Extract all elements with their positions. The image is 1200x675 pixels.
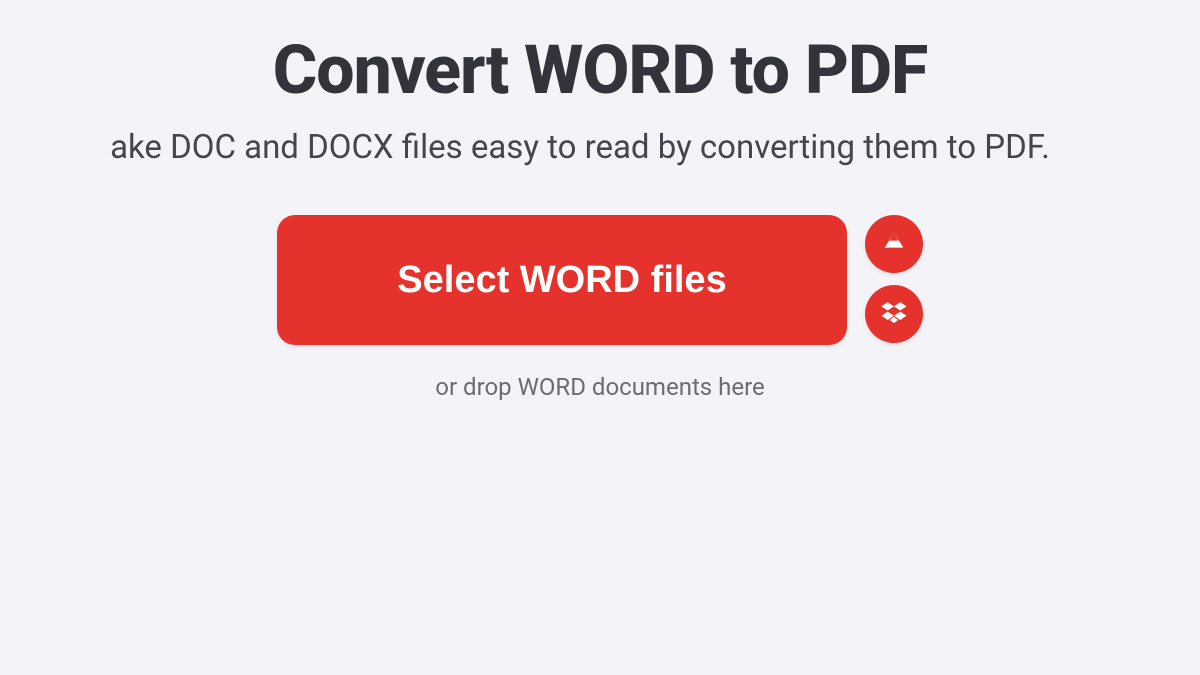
drop-hint-text: or drop WORD documents here xyxy=(0,373,1200,401)
google-drive-icon xyxy=(880,229,908,260)
cloud-source-column xyxy=(865,215,923,343)
page-subtitle: ake DOC and DOCX files easy to read by c… xyxy=(0,128,1200,167)
dropbox-button[interactable] xyxy=(865,285,923,343)
google-drive-button[interactable] xyxy=(865,215,923,273)
upload-row: Select WORD files xyxy=(0,215,1200,345)
dropbox-icon xyxy=(880,299,908,330)
select-files-label: Select WORD files xyxy=(397,259,726,302)
select-files-button[interactable]: Select WORD files xyxy=(277,215,847,345)
main-container: Convert WORD to PDF ake DOC and DOCX fil… xyxy=(0,0,1200,401)
page-title: Convert WORD to PDF xyxy=(0,30,1200,110)
